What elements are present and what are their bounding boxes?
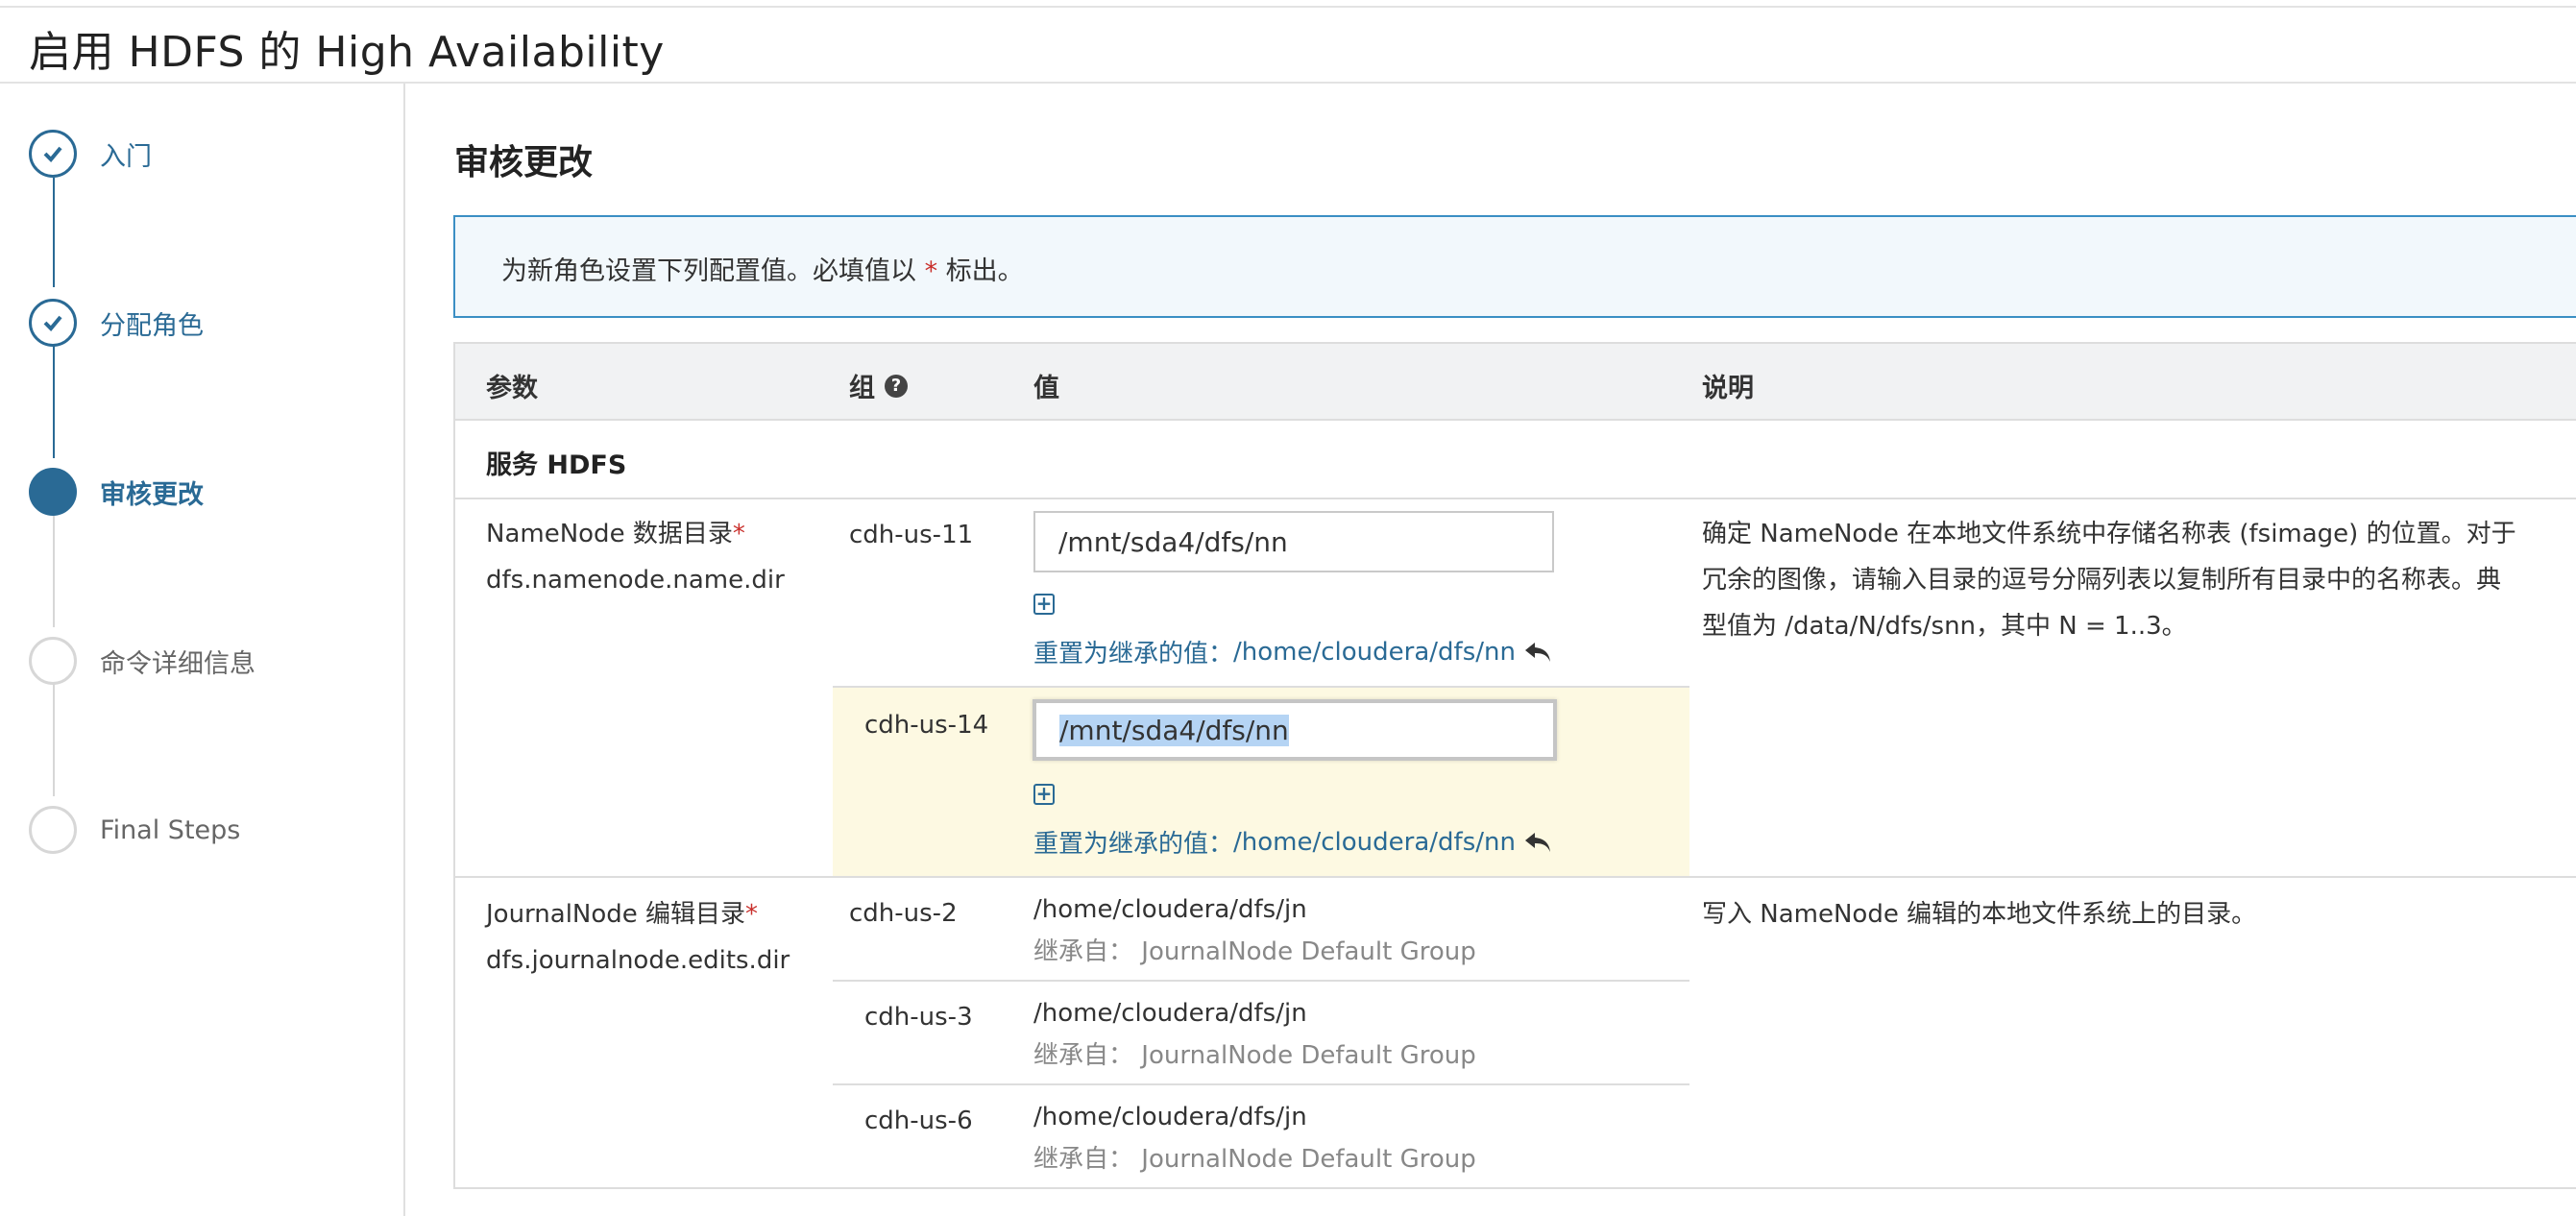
journalnode-dir-value[interactable]: /home/cloudera/dfs/jn <box>1033 895 1307 924</box>
namenode-description-line: 冗余的图像，请输入目录的逗号分隔列表以复制所有目录中的名称表。典 <box>1702 566 2502 595</box>
step-connector <box>53 683 55 796</box>
info-text-after: 标出。 <box>945 256 1024 286</box>
reset-value: /home/cloudera/dfs/nn <box>1233 637 1516 667</box>
subrow-divider <box>833 980 1689 982</box>
inherit-value: JournalNode Default Group <box>1141 1145 1476 1174</box>
wizard-steps: 入门 分配角色 审核更改 命令详细信息 Final Steps <box>0 84 405 1216</box>
subrow-divider <box>833 1083 1689 1085</box>
undo-icon <box>1524 642 1550 662</box>
reset-inherited-link[interactable]: 重置为继承的值： /home/cloudera/dfs/nn <box>1033 634 1552 669</box>
namenode-description-line: 确定 NameNode 在本地文件系统中存储名称表 (fsimage) 的位置。… <box>1702 520 2516 548</box>
host-name: cdh-us-3 <box>864 1003 973 1032</box>
inherited-from: 继承自： JournalNode Default Group <box>1033 1035 1476 1071</box>
wizard-step-assign-roles[interactable]: 分配角色 <box>29 299 204 347</box>
required-mark: * <box>732 520 745 548</box>
check-icon <box>29 299 77 347</box>
journalnode-param-key: dfs.journalnode.edits.dir <box>486 946 790 975</box>
reset-label: 重置为继承的值： <box>1033 640 1234 669</box>
host-name: cdh-us-2 <box>849 899 958 928</box>
step-label: 审核更改 <box>100 479 204 510</box>
column-header-value: 值 <box>1033 374 1059 403</box>
column-header-group-label: 组 <box>849 374 875 403</box>
info-alert: 为新角色设置下列配置值。必填值以 * 标出。 <box>453 215 2576 318</box>
step-connector <box>53 345 55 458</box>
param-label: JournalNode 编辑目录 <box>486 900 746 929</box>
inherit-value: JournalNode Default Group <box>1141 1041 1476 1070</box>
inherit-label: 继承自： <box>1033 1041 1134 1070</box>
column-header-param: 参数 <box>486 374 538 403</box>
inherited-from: 继承自： JournalNode Default Group <box>1033 932 1476 967</box>
wizard-step-review-changes[interactable]: 审核更改 <box>29 468 204 516</box>
page-title: 启用 HDFS 的 High Availability <box>29 28 665 77</box>
config-table: 参数 组 ? 值 说明 服务 HDFS NameNode 数据目录* dfs.n… <box>453 342 2576 1189</box>
pending-step-indicator <box>29 637 77 685</box>
table-header: 参数 组 ? 值 说明 <box>455 344 2576 421</box>
pending-step-indicator <box>29 806 77 854</box>
journalnode-param-label: JournalNode 编辑目录* <box>486 891 758 937</box>
top-border <box>0 0 2576 8</box>
info-text-before: 为新角色设置下列配置值。必填值以 <box>501 256 916 286</box>
host-name: cdh-us-14 <box>864 711 989 740</box>
journalnode-dir-value[interactable]: /home/cloudera/dfs/jn <box>1033 999 1307 1028</box>
param-label: NameNode 数据目录 <box>486 520 733 548</box>
inherit-label: 继承自： <box>1033 937 1134 966</box>
namenode-dir-input-focused[interactable]: /mnt/sda4/dfs/nn <box>1033 699 1557 761</box>
step-label: 命令详细信息 <box>100 648 255 679</box>
namenode-param-key: dfs.namenode.name.dir <box>486 566 785 595</box>
subrow-divider <box>833 686 1689 688</box>
reset-inherited-link[interactable]: 重置为继承的值： /home/cloudera/dfs/nn <box>1033 824 1552 860</box>
column-header-group: 组 ? <box>849 367 908 404</box>
add-value-icon[interactable]: + <box>1033 784 1055 805</box>
step-connector <box>53 514 55 627</box>
step-connector <box>53 178 55 287</box>
journalnode-dir-value[interactable]: /home/cloudera/dfs/jn <box>1033 1103 1307 1131</box>
namenode-description-line: 型值为 /data/N/dfs/snn，其中 N = 1..3。 <box>1702 612 2187 641</box>
info-text: 为新角色设置下列配置值。必填值以 * 标出。 <box>501 250 1024 287</box>
namenode-dir-input[interactable]: /mnt/sda4/dfs/nn <box>1033 511 1554 572</box>
inherit-value: JournalNode Default Group <box>1141 937 1476 966</box>
wizard-step-getting-started[interactable]: 入门 <box>29 130 152 178</box>
inherited-from: 继承自： JournalNode Default Group <box>1033 1139 1476 1175</box>
check-icon <box>29 130 77 178</box>
add-value-icon[interactable]: + <box>1033 594 1055 615</box>
reset-label: 重置为继承的值： <box>1033 830 1234 859</box>
undo-icon <box>1524 832 1550 852</box>
journalnode-description: 写入 NameNode 编辑的本地文件系统上的目录。 <box>1702 900 2257 929</box>
selected-text: /mnt/sda4/dfs/nn <box>1059 714 1289 746</box>
service-group-label: 服务 HDFS <box>486 450 627 480</box>
reset-value: /home/cloudera/dfs/nn <box>1233 827 1516 857</box>
required-mark: * <box>924 256 938 286</box>
step-label: 分配角色 <box>100 310 204 341</box>
row-divider <box>455 876 2576 878</box>
service-group-row: 服务 HDFS <box>455 423 2576 499</box>
column-header-desc: 说明 <box>1702 374 1754 403</box>
namenode-param-label: NameNode 数据目录* <box>486 511 745 557</box>
current-step-indicator <box>29 468 77 516</box>
wizard-step-command-details: 命令详细信息 <box>29 637 255 685</box>
required-mark: * <box>745 900 759 929</box>
wizard-step-final-steps: Final Steps <box>29 806 240 854</box>
step-label: 入门 <box>100 141 152 172</box>
inherit-label: 继承自： <box>1033 1145 1134 1174</box>
host-name: cdh-us-6 <box>864 1107 973 1135</box>
question-circle-icon[interactable]: ? <box>885 374 908 398</box>
section-title: 审核更改 <box>454 143 594 182</box>
host-name: cdh-us-11 <box>849 521 974 549</box>
step-label: Final Steps <box>100 815 241 845</box>
